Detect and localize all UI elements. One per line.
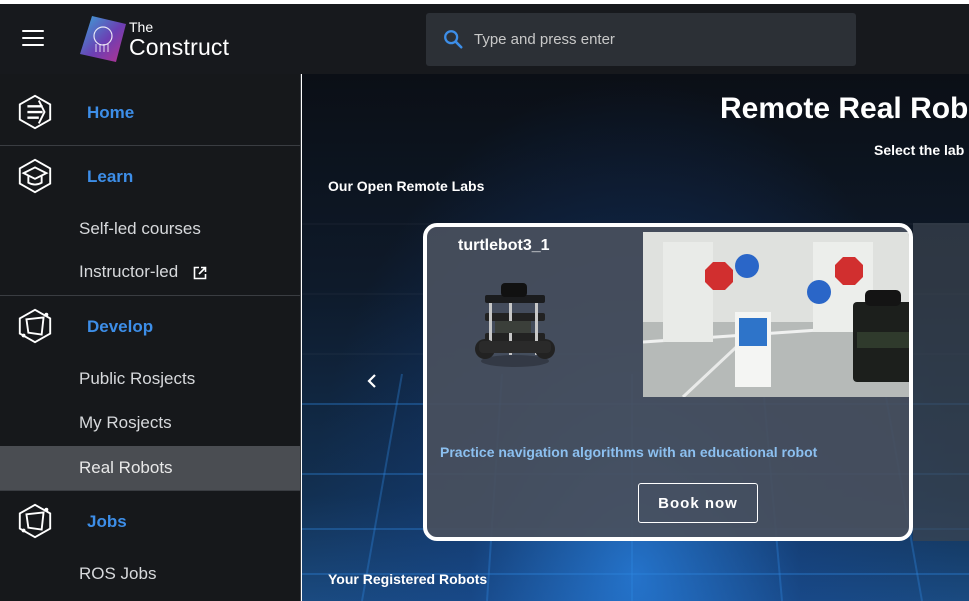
external-link-icon	[193, 266, 207, 279]
construct-logo-icon[interactable]	[78, 14, 128, 64]
sidebar-item-self-led-courses[interactable]: Self-led courses	[0, 207, 300, 251]
next-card-preview[interactable]	[913, 223, 969, 541]
home-icon	[18, 94, 52, 130]
turtlebot-thumbnail	[475, 283, 555, 367]
robot-description: Practice navigation algorithms with an e…	[440, 444, 818, 460]
logo-text[interactable]: The Construct	[129, 20, 229, 59]
search-bar	[426, 13, 856, 66]
menu-icon[interactable]	[22, 30, 44, 48]
search-icon[interactable]	[442, 28, 464, 50]
sidebar: Home Learn Self-led courses Instructor-l…	[0, 74, 301, 601]
book-now-button[interactable]: Book now	[638, 483, 758, 523]
search-input[interactable]	[474, 13, 844, 66]
robot-name: turtlebot3_1	[458, 237, 550, 254]
open-labs-heading: Our Open Remote Labs	[328, 178, 485, 194]
sidebar-label-jobs: Jobs	[87, 512, 127, 531]
sidebar-item-public-rosjects[interactable]: Public Rosjects	[0, 357, 300, 401]
sidebar-section-home[interactable]: Home	[0, 81, 300, 145]
learn-icon	[18, 158, 52, 194]
sidebar-label-home: Home	[87, 103, 135, 122]
sidebar-section-jobs[interactable]: Jobs	[0, 490, 300, 554]
main-content: Remote Real Robo Select the lab Our Open…	[302, 74, 969, 601]
sidebar-item-label: Instructor-led	[79, 262, 179, 281]
app-header: The Construct	[0, 4, 969, 74]
robot-lab-photo	[643, 232, 909, 397]
logo-name: Construct	[129, 34, 230, 60]
sidebar-item-ros-jobs[interactable]: ROS Jobs	[0, 552, 300, 596]
robot-card: turtlebot3_1 Practice navigation algorit…	[423, 223, 913, 541]
sidebar-item-my-rosjects[interactable]: My Rosjects	[0, 401, 300, 445]
sidebar-item-real-robots[interactable]: Real Robots	[0, 446, 300, 490]
chevron-left-icon[interactable]	[366, 372, 378, 390]
registered-robots-heading: Your Registered Robots	[328, 571, 488, 587]
logo-the: The	[129, 19, 154, 35]
sidebar-label-learn: Learn	[87, 167, 134, 186]
page-title: Remote Real Robo	[720, 92, 969, 125]
sidebar-item-instructor-led[interactable]: Instructor-led	[0, 250, 300, 294]
sidebar-label-develop: Develop	[87, 317, 154, 336]
sidebar-section-develop[interactable]: Develop	[0, 295, 300, 359]
develop-icon	[18, 308, 52, 344]
jobs-icon	[18, 503, 52, 539]
page-subtitle: Select the lab	[874, 142, 965, 158]
sidebar-section-learn[interactable]: Learn	[0, 145, 300, 209]
